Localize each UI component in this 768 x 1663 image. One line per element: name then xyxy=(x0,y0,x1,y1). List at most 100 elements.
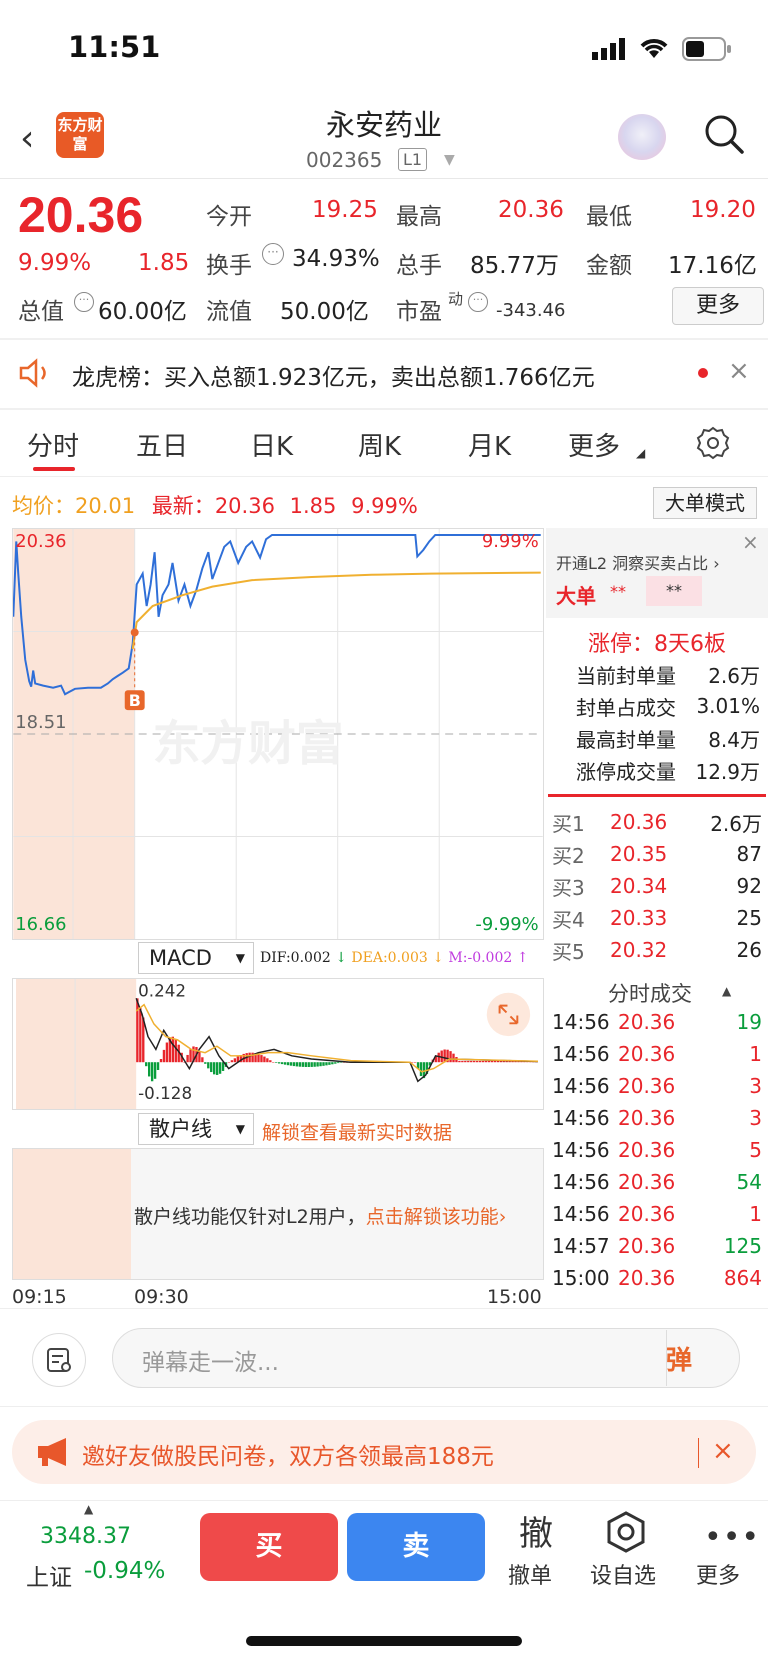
macd-bar xyxy=(260,1055,263,1063)
tab-intraday[interactable]: 分时 xyxy=(27,426,79,463)
trade-time: 14:56 xyxy=(552,1010,610,1034)
macd-histogram xyxy=(136,998,538,1082)
chevron-up-icon[interactable]: ▲ xyxy=(722,984,731,998)
retail-unlock-button[interactable]: 点击解锁该功能 xyxy=(366,1206,499,1228)
latest-change: 1.85 xyxy=(289,494,337,518)
comment-settings-button[interactable] xyxy=(32,1333,86,1387)
close-icon[interactable]: × xyxy=(728,356,750,386)
macd-bar xyxy=(266,1058,269,1063)
macd-bar xyxy=(313,1062,316,1067)
macd-bar xyxy=(316,1062,319,1067)
trade-time: 14:56 xyxy=(552,1170,610,1194)
macd-bar xyxy=(289,1062,293,1066)
trade-price: 20.36 xyxy=(618,1170,676,1194)
tab-indicator xyxy=(33,467,75,471)
macd-bar xyxy=(473,1060,476,1063)
macd-bar xyxy=(207,1062,210,1069)
more-quote-button[interactable]: 更多 xyxy=(672,287,764,325)
cancel-order-label[interactable]: 撤单 xyxy=(508,1558,552,1590)
status-bar: 11:51 xyxy=(0,0,768,95)
trade-time: 14:56 xyxy=(552,1138,610,1162)
chevron-down-icon[interactable]: ▼ xyxy=(444,152,455,168)
gear-icon[interactable] xyxy=(696,426,730,460)
intraday-chart[interactable]: 东方财富 B 20.36 18.51 16.66 9.99% -9.99% xyxy=(12,528,544,940)
close-icon[interactable]: × xyxy=(742,530,759,554)
macd-bar xyxy=(337,1062,340,1064)
cancel-order-icon[interactable]: 撤 xyxy=(510,1506,562,1555)
stat-value: 3.01% xyxy=(696,694,760,718)
macd-bar xyxy=(286,1062,290,1066)
trade-row: 14:56 20.36 5 xyxy=(552,1134,764,1166)
macd-selector[interactable]: MACD ▼ xyxy=(138,942,254,974)
macd-bar xyxy=(153,1062,157,1079)
info-icon[interactable]: ··· xyxy=(74,292,94,312)
trades-title[interactable]: 分时成交 xyxy=(608,978,692,1008)
stat-value: 8.4万 xyxy=(708,727,760,752)
info-icon[interactable]: ··· xyxy=(262,243,284,265)
tab-weekly-k[interactable]: 周K xyxy=(358,426,401,463)
expand-button[interactable] xyxy=(486,992,531,1037)
tab-daily-k[interactable]: 日K xyxy=(250,426,293,463)
assistant-avatar-icon[interactable] xyxy=(618,114,666,160)
trade-price: 20.36 xyxy=(618,1010,676,1034)
danmaku-button[interactable]: 弹 xyxy=(666,1340,692,1377)
retail-message: 散户线功能仅针对L2用户，点击解锁该功能› xyxy=(134,1202,506,1229)
retail-line-selector[interactable]: 散户线 ▼ xyxy=(138,1113,254,1145)
divider xyxy=(0,178,768,179)
retail-label: 散户线 xyxy=(149,1117,212,1141)
info-icon[interactable]: ··· xyxy=(468,292,488,312)
ob-volume: 26 xyxy=(736,938,762,962)
macd-bar xyxy=(201,1057,204,1063)
trade-volume: 864 xyxy=(723,1266,762,1290)
trade-row: 14:56 20.36 3 xyxy=(552,1102,764,1134)
close-icon[interactable]: × xyxy=(712,1436,734,1466)
divider xyxy=(0,1500,768,1501)
trade-price: 20.36 xyxy=(618,1266,676,1290)
stock-code: 002365 xyxy=(306,148,383,172)
sell-button[interactable]: 卖 xyxy=(347,1513,485,1581)
volume-value: 85.77万 xyxy=(470,253,559,279)
chevron-up-icon[interactable]: ▲ xyxy=(84,1502,93,1516)
macd-chart[interactable]: 0.242 -0.128 xyxy=(12,978,544,1110)
big-order-mode-button[interactable]: 大单模式 xyxy=(653,487,757,519)
add-watchlist-label[interactable]: 设自选 xyxy=(590,1558,656,1590)
tab-monthly-k[interactable]: 月K xyxy=(468,426,511,463)
order-book-row: 买2 20.35 87 xyxy=(552,838,762,870)
buy-button[interactable]: 买 xyxy=(200,1513,338,1581)
limit-stat-row: 最高封单量 8.4万 xyxy=(546,722,768,754)
dragon-tiger-text[interactable]: 龙虎榜：买入总额1.923亿元，卖出总额1.766亿元 xyxy=(72,358,662,392)
time-label-close: 15:00 xyxy=(487,1286,542,1308)
survey-text[interactable]: 邀好友做股民问卷，双方各领最高188元 xyxy=(82,1437,494,1471)
macd-bar xyxy=(136,998,139,1063)
macd-bar xyxy=(334,1062,337,1064)
more-label[interactable]: 更多 xyxy=(696,1558,740,1590)
trade-time: 14:56 xyxy=(552,1042,610,1066)
tab-more[interactable]: 更多 xyxy=(568,426,620,463)
pct-top-label: 9.99% xyxy=(482,531,539,552)
index-change[interactable]: -0.94% xyxy=(84,1558,165,1584)
macd-bar xyxy=(278,1062,281,1064)
retail-unlock-link[interactable]: 解锁查看最新实时数据 xyxy=(262,1118,452,1145)
l2-promo-panel[interactable]: 开通L2 洞察买卖占比 › × 大单 ** ** xyxy=(546,528,768,618)
trade-volume: 3 xyxy=(749,1074,762,1098)
search-icon[interactable] xyxy=(704,114,744,154)
avg-value: 20.01 xyxy=(75,494,136,518)
macd-bar xyxy=(325,1062,328,1066)
index-value[interactable]: 3348.37 xyxy=(40,1524,131,1549)
trade-time: 15:00 xyxy=(552,1266,610,1290)
macd-bar xyxy=(145,1062,148,1067)
chevron-down-icon: ▼ xyxy=(235,1122,245,1136)
level-badge[interactable]: L1 xyxy=(398,148,428,171)
index-name[interactable]: 上证 xyxy=(26,1558,72,1592)
macd-bar xyxy=(449,1051,452,1063)
add-watchlist-icon[interactable] xyxy=(604,1510,648,1554)
tab-five-day[interactable]: 五日 xyxy=(136,426,188,463)
macd-bar xyxy=(443,1049,446,1063)
macd-bar xyxy=(174,1039,177,1063)
divider xyxy=(548,794,766,797)
trade-volume: 1 xyxy=(749,1202,762,1226)
price-info-line: 均价：20.01 最新：20.36 1.85 9.99% xyxy=(12,490,418,520)
trade-row: 14:57 20.36 125 xyxy=(552,1230,764,1262)
more-dots-icon[interactable]: ••• xyxy=(704,1520,760,1555)
limit-up-stats: 当前封单量 2.6万 封单占成交 3.01% 最高封单量 8.4万 涨停成交量 12.9… xyxy=(546,658,768,786)
